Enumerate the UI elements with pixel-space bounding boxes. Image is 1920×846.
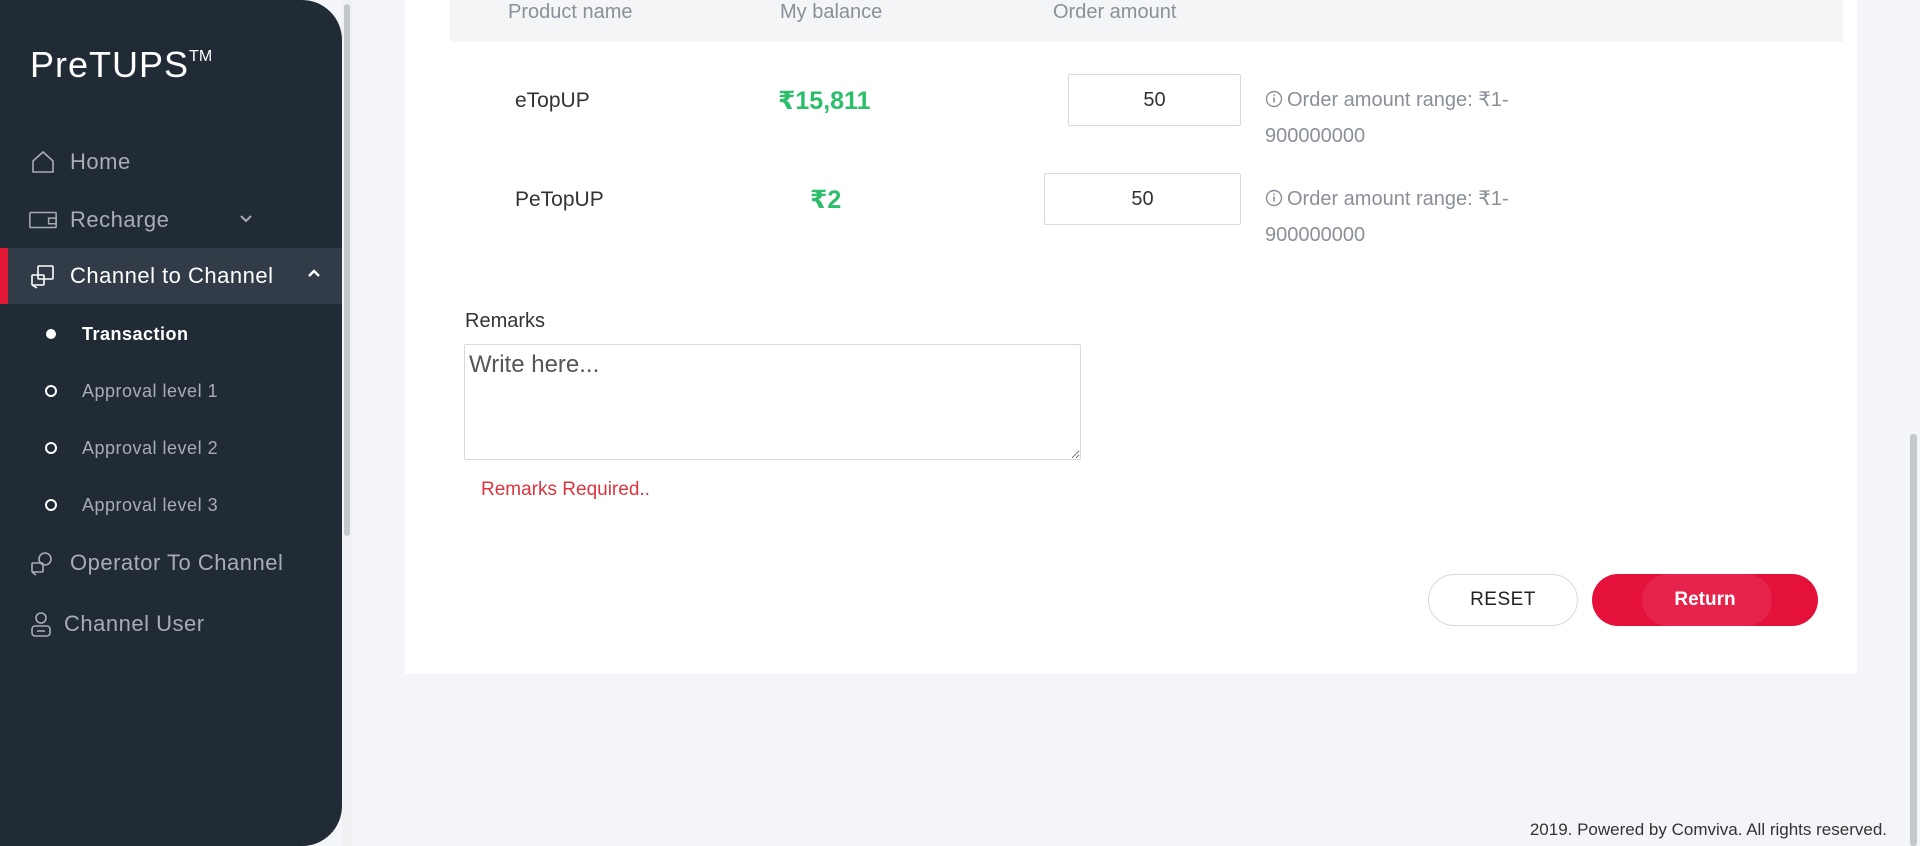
home-icon bbox=[28, 147, 58, 177]
product-balance: ₹2 bbox=[810, 186, 842, 214]
wallet-icon bbox=[28, 205, 58, 235]
order-amount-input[interactable] bbox=[1044, 173, 1241, 225]
chevron-down-icon[interactable] bbox=[236, 208, 256, 228]
sidebar-subitem-approval-3[interactable]: Approval level 3 bbox=[0, 485, 342, 525]
sidebar-subitem-label: Approval level 1 bbox=[82, 380, 219, 401]
channel-transfer-icon bbox=[28, 261, 58, 291]
sidebar-item-recharge[interactable]: Recharge bbox=[0, 192, 342, 248]
sidebar: PreTUPSTM Home Recharge Channel to Chann… bbox=[0, 0, 342, 846]
info-icon bbox=[1265, 189, 1283, 207]
sidebar-item-operator-to-channel[interactable]: Operator To Channel bbox=[0, 535, 342, 591]
sidebar-item-label: Recharge bbox=[70, 207, 170, 232]
sidebar-item-home[interactable]: Home bbox=[0, 134, 342, 190]
bullet-icon bbox=[45, 499, 57, 511]
chevron-up-icon[interactable] bbox=[304, 264, 324, 284]
operator-channel-icon bbox=[28, 548, 58, 578]
footer-copyright: 2019. Powered by Comviva. All rights res… bbox=[1529, 820, 1887, 839]
sidebar-subitem-approval-2[interactable]: Approval level 2 bbox=[0, 428, 342, 468]
sidebar-item-label: Operator To Channel bbox=[70, 550, 284, 575]
sidebar-item-label: Channel to Channel bbox=[70, 263, 274, 288]
reset-button[interactable]: RESET bbox=[1428, 574, 1578, 626]
sidebar-scrollbar-thumb[interactable] bbox=[344, 4, 350, 536]
sidebar-scrollbar[interactable] bbox=[342, 0, 352, 846]
column-header-product: Product name bbox=[508, 1, 633, 23]
column-header-amount: Order amount bbox=[1053, 1, 1177, 23]
sidebar-item-channel-to-channel[interactable]: Channel to Channel bbox=[0, 248, 342, 304]
sidebar-item-label: Home bbox=[70, 149, 131, 174]
order-amount-range: Order amount range: ₹1-900000000 bbox=[1265, 82, 1565, 154]
page-scrollbar[interactable] bbox=[1906, 0, 1920, 846]
bullet-icon bbox=[45, 385, 57, 397]
product-name: eTopUP bbox=[515, 89, 590, 112]
range-text: Order amount range: ₹1-900000000 bbox=[1265, 188, 1509, 246]
order-card: Product name My balance Order amount eTo… bbox=[405, 0, 1857, 674]
app-logo[interactable]: PreTUPSTM bbox=[30, 44, 212, 86]
sidebar-subitem-approval-1[interactable]: Approval level 1 bbox=[0, 371, 342, 411]
sidebar-subitem-label: Transaction bbox=[82, 323, 189, 344]
sidebar-item-label: Channel User bbox=[64, 611, 205, 636]
sidebar-subitem-transaction[interactable]: Transaction bbox=[0, 314, 342, 354]
remarks-textarea[interactable] bbox=[464, 344, 1081, 460]
product-balance: ₹15,811 bbox=[778, 87, 871, 115]
table-header: Product name My balance Order amount bbox=[450, 0, 1843, 42]
return-button-label: Return bbox=[1674, 589, 1736, 610]
order-amount-input[interactable] bbox=[1068, 74, 1241, 126]
order-amount-range: Order amount range: ₹1-900000000 bbox=[1265, 181, 1565, 253]
range-text: Order amount range: ₹1-900000000 bbox=[1265, 89, 1509, 147]
remarks-label: Remarks bbox=[465, 310, 546, 332]
return-button[interactable]: Return bbox=[1592, 574, 1818, 626]
page-scrollbar-thumb[interactable] bbox=[1910, 434, 1917, 846]
sidebar-subitem-label: Approval level 3 bbox=[82, 494, 219, 515]
bullet-icon bbox=[45, 442, 57, 454]
product-name: PeTopUP bbox=[515, 188, 604, 211]
column-header-balance: My balance bbox=[780, 1, 883, 23]
sidebar-item-channel-user[interactable]: Channel User bbox=[0, 596, 342, 652]
logo-trademark: TM bbox=[189, 48, 213, 65]
user-icon bbox=[26, 609, 56, 639]
active-bullet-icon bbox=[46, 329, 56, 339]
info-icon bbox=[1265, 90, 1283, 108]
sidebar-subitem-label: Approval level 2 bbox=[82, 437, 219, 458]
remarks-error-message: Remarks Required.. bbox=[481, 479, 650, 500]
logo-text: PreTUPS bbox=[30, 44, 190, 85]
